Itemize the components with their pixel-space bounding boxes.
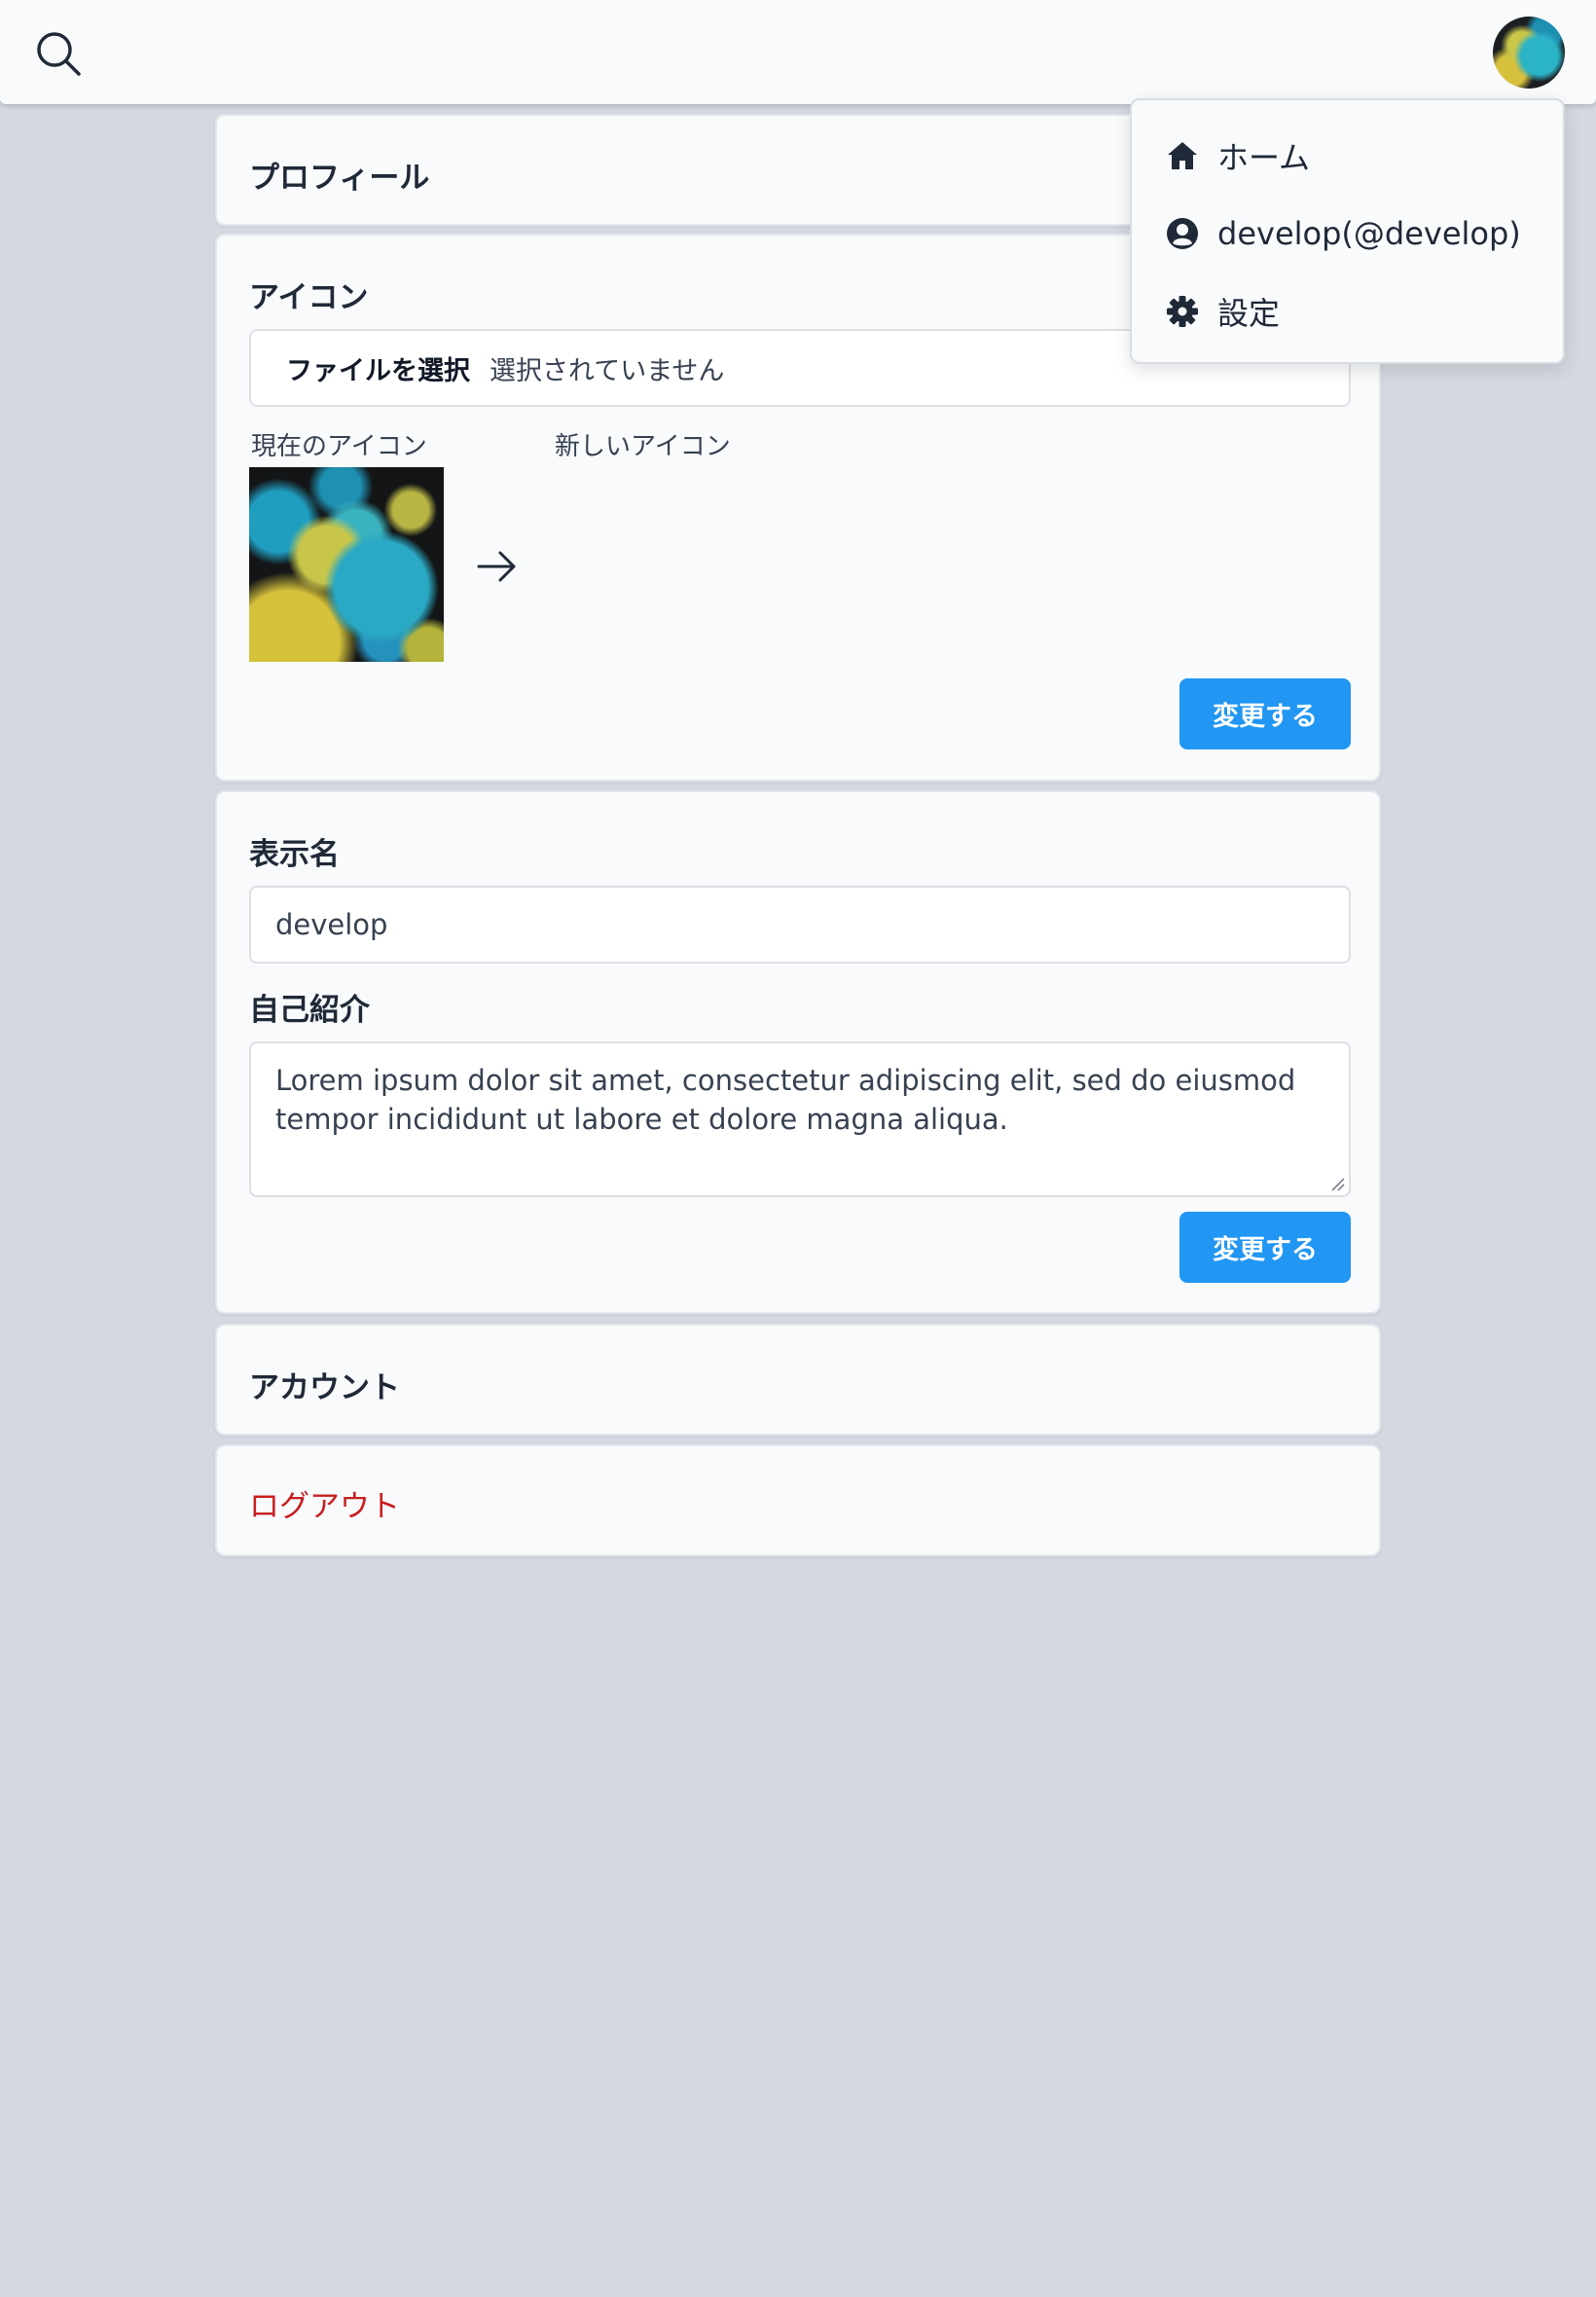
bio-text: Lorem ipsum dolor sit amet, consectetur … <box>275 1064 1296 1136</box>
resize-handle-icon[interactable] <box>1329 1176 1345 1191</box>
arrow-right-icon <box>477 551 516 582</box>
choose-file-button[interactable]: ファイルを選択 <box>286 349 470 387</box>
home-icon <box>1165 138 1200 173</box>
menu-item-home[interactable]: ホーム <box>1165 131 1553 180</box>
profile-form-card: 表示名 develop 自己紹介 Lorem ipsum dolor sit a… <box>215 790 1381 1314</box>
account-title: アカウント <box>249 1370 400 1405</box>
menu-item-label: develop(@develop) <box>1217 215 1521 252</box>
file-status: 選択されていません <box>490 355 725 386</box>
account-card: アカウント <box>215 1324 1381 1436</box>
logout-card[interactable]: ログアウト <box>215 1444 1381 1556</box>
search-button[interactable] <box>29 24 88 83</box>
menu-item-label: ホーム <box>1217 139 1311 176</box>
user-dropdown-menu: ホーム develop(@develop) 設定 <box>1130 98 1565 364</box>
search-icon <box>37 32 81 76</box>
bio-textarea[interactable]: Lorem ipsum dolor sit amet, consectetur … <box>249 1041 1351 1197</box>
avatar[interactable] <box>1493 17 1565 89</box>
gear-icon <box>1165 294 1200 329</box>
user-circle-icon <box>1165 216 1200 251</box>
display-name-label: 表示名 <box>249 837 340 872</box>
menu-item-settings[interactable]: 設定 <box>1165 287 1553 336</box>
current-icon-image <box>249 467 444 662</box>
bio-label: 自己紹介 <box>249 993 370 1028</box>
menu-item-profile[interactable]: develop(@develop) <box>1165 209 1553 258</box>
current-icon-label: 現在のアイコン <box>251 432 427 461</box>
profile-title: プロフィール <box>249 161 430 196</box>
change-icon-button[interactable]: 変更する <box>1179 678 1351 749</box>
logout-link[interactable]: ログアウト <box>249 1481 400 1525</box>
display-name-input[interactable]: develop <box>249 886 1351 964</box>
icon-section-title: アイコン <box>249 280 369 315</box>
new-icon-label: 新しいアイコン <box>555 432 731 461</box>
change-profile-button[interactable]: 変更する <box>1179 1212 1351 1283</box>
top-bar <box>0 0 1596 104</box>
menu-item-label: 設定 <box>1217 295 1281 332</box>
